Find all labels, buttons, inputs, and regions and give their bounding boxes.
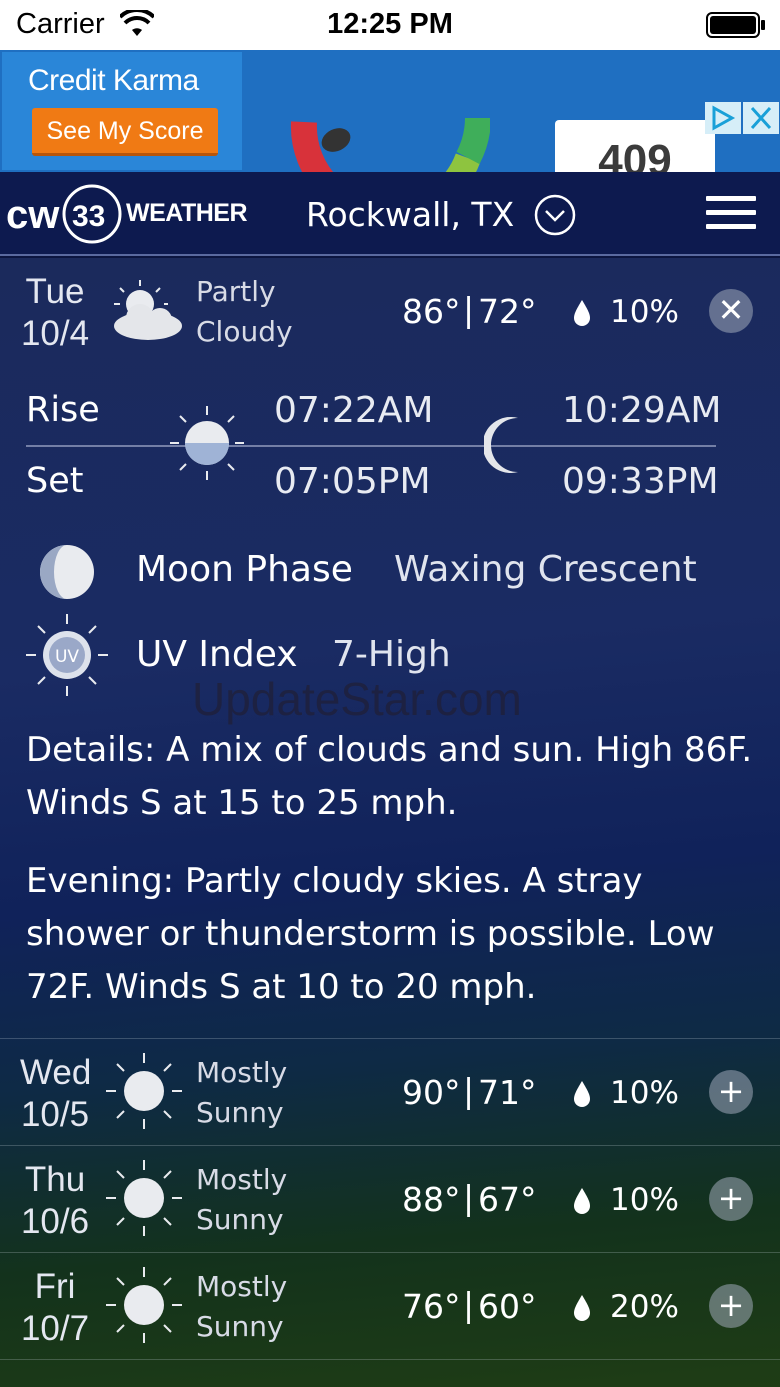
- condition-line2: Sunny: [196, 1096, 284, 1129]
- date-label: 10/4: [20, 314, 90, 353]
- collapse-button[interactable]: ✕: [709, 289, 753, 333]
- ad-brand-panel[interactable]: Credit Karma See My Score: [2, 52, 242, 170]
- date-label: 10/6: [20, 1202, 90, 1241]
- temp-separator: |: [463, 290, 475, 329]
- condition-line2: Cloudy: [196, 315, 293, 348]
- condition-line1: Mostly: [196, 1163, 288, 1196]
- date-label: 10/5: [20, 1095, 90, 1134]
- forecast-row[interactable]: Fri 10/7 Mostly Sunny 76° | 60° 20% +: [0, 1252, 780, 1359]
- condition-line1: Mostly: [196, 1270, 288, 1303]
- sun-horizon-icon: [170, 406, 244, 480]
- temp-separator: |: [463, 1285, 475, 1324]
- day-label: Wed: [20, 1053, 92, 1092]
- moonrise-time: 10:29AM: [562, 390, 722, 431]
- sunny-icon: [106, 1267, 182, 1343]
- raindrop-icon: [574, 1295, 590, 1321]
- high-temp: 76°: [402, 1287, 461, 1326]
- sunny-icon: [106, 1160, 182, 1236]
- low-temp: 71°: [478, 1073, 537, 1112]
- precip-chance: 10%: [610, 1182, 679, 1218]
- raindrop-icon: [574, 1081, 590, 1107]
- clock: 12:25 PM: [327, 8, 453, 40]
- uv-badge-text: UV: [55, 647, 79, 667]
- svg-text:33: 33: [72, 200, 105, 233]
- moonset-time: 09:33PM: [562, 461, 719, 502]
- precip-chance: 10%: [610, 1075, 679, 1111]
- condition-line2: Sunny: [196, 1310, 284, 1343]
- sunrise-time: 07:22AM: [274, 390, 434, 431]
- battery-icon: [706, 12, 765, 38]
- day-label: Tue: [25, 272, 85, 311]
- sunny-icon: [106, 1053, 182, 1129]
- set-label: Set: [26, 461, 84, 501]
- sunset-time: 07:05PM: [274, 461, 431, 502]
- ad-brand-logo: Credit Karma: [28, 64, 199, 97]
- ad-choices-icon[interactable]: [705, 102, 741, 134]
- ad-banner[interactable]: Credit Karma See My Score 409: [0, 50, 780, 218]
- day-label: Fri: [34, 1267, 76, 1306]
- location-label[interactable]: Rockwall, TX: [306, 195, 514, 234]
- expand-button[interactable]: +: [709, 1070, 753, 1114]
- condition-line2: Sunny: [196, 1203, 284, 1236]
- high-temp: 90°: [402, 1073, 461, 1112]
- condition-line1: Partly: [196, 275, 276, 308]
- chevron-down-icon[interactable]: [534, 194, 576, 236]
- uv-index-label: UV Index: [136, 634, 298, 675]
- moon-phase-label: Moon Phase: [136, 549, 353, 590]
- app-header: cw 33 WEATHER Rockwall, TX: [0, 172, 780, 256]
- expand-button[interactable]: +: [709, 1177, 753, 1221]
- status-bar: Carrier 12:25 PM: [0, 0, 780, 50]
- temp-separator: |: [463, 1071, 475, 1110]
- logo-weather-text: WEATHER: [126, 199, 248, 227]
- moon-icon: [484, 417, 518, 473]
- ad-close-icon[interactable]: [743, 102, 779, 134]
- low-temp: 60°: [478, 1287, 537, 1326]
- date-label: 10/7: [20, 1309, 90, 1348]
- day-label: Thu: [24, 1160, 86, 1199]
- precip-chance: 20%: [610, 1289, 679, 1325]
- low-temp: 72°: [478, 292, 537, 331]
- hamburger-menu-icon[interactable]: [706, 196, 756, 232]
- rise-label: Rise: [26, 390, 100, 430]
- evening-text: Evening: Partly cloudy skies. A stray sh…: [26, 861, 715, 1007]
- forecast-row[interactable]: Wed 10/5 Mostly Sunny 90° | 71° 10% +: [0, 1038, 780, 1145]
- uv-index-icon: UV: [26, 614, 108, 696]
- condition-line1: Mostly: [196, 1056, 288, 1089]
- expand-button[interactable]: +: [709, 1284, 753, 1328]
- moon-phase-value: Waxing Crescent: [394, 549, 697, 590]
- sun-divider: [26, 445, 716, 447]
- forecast-content: Tue 10/4 Partly Cloudy 86° | 72° 10% ✕ R…: [0, 258, 780, 1387]
- forecast-row[interactable]: Thu 10/6 Mostly Sunny 88° | 67° 10% +: [0, 1145, 780, 1252]
- raindrop-icon: [574, 300, 590, 326]
- svg-text:cw: cw: [6, 193, 60, 237]
- uv-index-value: 7-High: [332, 634, 451, 675]
- cw33-logo-icon: cw 33: [6, 184, 122, 244]
- watermark: UpdateStar.com: [192, 673, 522, 725]
- high-temp: 88°: [402, 1180, 461, 1219]
- high-temp: 86°: [402, 292, 461, 331]
- moon-phase-icon: [40, 545, 94, 599]
- low-temp: 67°: [478, 1180, 537, 1219]
- forecast-row-partial[interactable]: [0, 1359, 780, 1387]
- raindrop-icon: [574, 1188, 590, 1214]
- temp-separator: |: [463, 1178, 475, 1217]
- precip-chance: 10%: [610, 294, 679, 330]
- partly-cloudy-icon: [114, 280, 182, 340]
- details-text: Details: A mix of clouds and sun. High 8…: [26, 730, 753, 823]
- today-detail-panel: Tue 10/4 Partly Cloudy 86° | 72° 10% ✕ R…: [0, 258, 780, 1038]
- see-my-score-button[interactable]: See My Score: [32, 108, 218, 156]
